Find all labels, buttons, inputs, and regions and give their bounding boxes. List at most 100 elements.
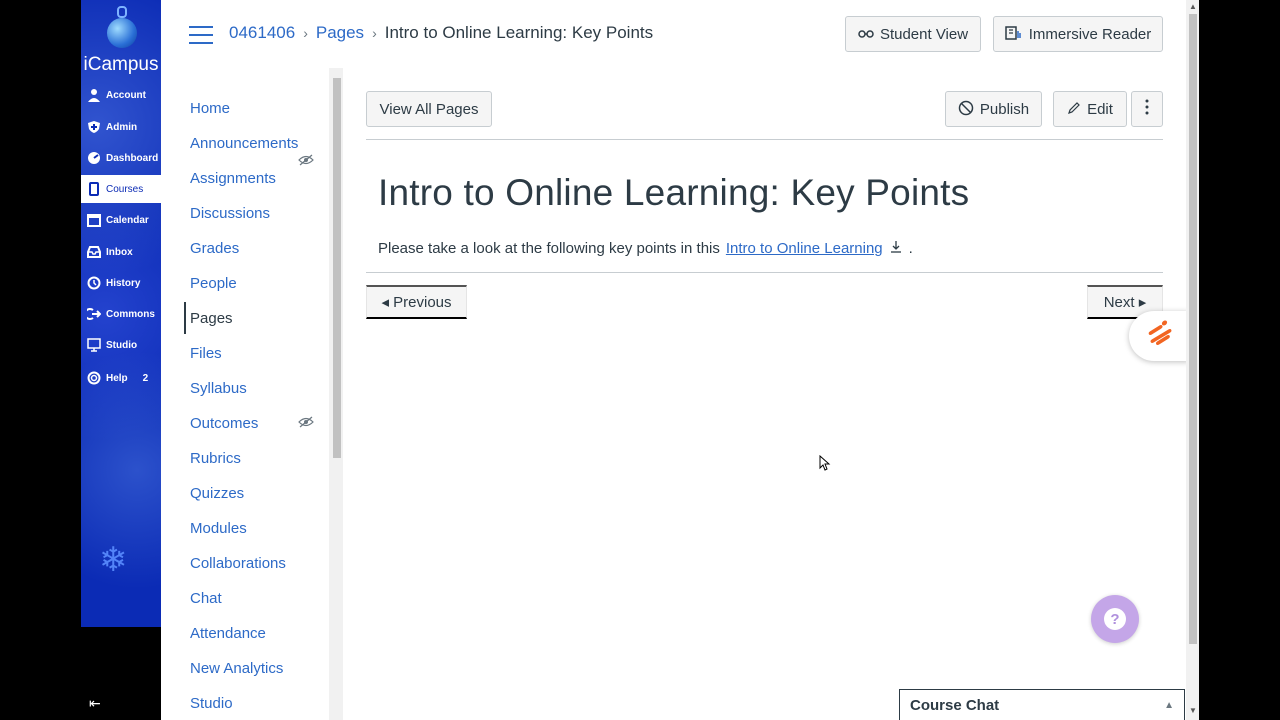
- course-nav-rubrics[interactable]: Rubrics: [190, 450, 241, 467]
- gnav-label: Dashboard: [106, 152, 159, 164]
- course-nav-grades[interactable]: Grades: [190, 240, 239, 257]
- course-nav-new-analytics[interactable]: New Analytics: [190, 660, 283, 677]
- course-nav-chat[interactable]: Chat: [190, 590, 222, 607]
- calendar-icon: [87, 213, 101, 227]
- course-nav-collaborations[interactable]: Collaborations: [190, 555, 286, 572]
- glasses-icon: [858, 26, 874, 42]
- download-icon[interactable]: [889, 240, 903, 257]
- gnav-label: Inbox: [106, 246, 133, 258]
- chevron-right-icon: ›: [303, 25, 308, 41]
- breadcrumb-course[interactable]: 0461406: [229, 23, 295, 43]
- kebab-menu-icon: [1145, 99, 1149, 119]
- scroll-down-icon[interactable]: ▼: [1189, 706, 1197, 715]
- course-nav-files[interactable]: Files: [190, 345, 222, 362]
- hidden-eye-icon: [298, 154, 314, 169]
- previous-page-button[interactable]: ◂ Previous: [366, 285, 467, 319]
- edit-button[interactable]: Edit: [1053, 91, 1127, 127]
- course-chat-label: Course Chat: [910, 696, 1000, 714]
- course-nav-people[interactable]: People: [190, 275, 237, 292]
- ornament-hook-icon: [117, 6, 127, 18]
- lifebuoy-icon: [87, 371, 101, 385]
- pencil-icon: [1067, 101, 1081, 118]
- hamburger-menu-icon[interactable]: [189, 26, 213, 44]
- more-options-button[interactable]: [1131, 91, 1163, 127]
- active-indicator: [184, 302, 186, 334]
- course-nav-pages[interactable]: Pages: [190, 310, 233, 327]
- immersive-reader-label: Immersive Reader: [1028, 25, 1152, 43]
- clock-icon: [87, 276, 101, 290]
- gnav-label: Help: [106, 372, 128, 384]
- icampus-logo[interactable]: iCampus: [81, 54, 161, 76]
- ornament-icon: [107, 18, 137, 48]
- question-icon: ?: [1104, 608, 1126, 630]
- page-title: Intro to Online Learning: Key Points: [378, 172, 970, 213]
- gnav-label: Calendar: [106, 214, 149, 226]
- immersive-reader-button[interactable]: Immersive Reader: [993, 16, 1163, 52]
- course-nav-studio[interactable]: Studio: [190, 695, 233, 712]
- course-chat-bar[interactable]: Course Chat ▲: [899, 689, 1185, 720]
- gnav-courses[interactable]: Courses: [81, 175, 161, 203]
- publish-button[interactable]: Publish: [945, 91, 1042, 127]
- gnav-label: Courses: [106, 183, 144, 195]
- toolbar-divider: [366, 139, 1163, 140]
- content-divider: [366, 272, 1163, 273]
- collapse-nav-icon[interactable]: ⇤: [89, 695, 101, 712]
- window-scrollbar[interactable]: ▲ ▼: [1186, 0, 1199, 720]
- gnav-help[interactable]: Help 2: [81, 364, 161, 392]
- course-nav-quizzes[interactable]: Quizzes: [190, 485, 244, 502]
- view-all-pages-button[interactable]: View All Pages: [366, 91, 492, 127]
- edit-label: Edit: [1087, 100, 1113, 118]
- user-icon: [87, 88, 101, 102]
- help-badge: 2: [142, 372, 149, 384]
- caret-up-icon[interactable]: ▲: [1164, 700, 1174, 711]
- immersive-reader-icon: [1004, 25, 1023, 44]
- gnav-label: Admin: [106, 121, 138, 133]
- gnav-dashboard[interactable]: Dashboard: [81, 144, 161, 172]
- dashboard-icon: [87, 151, 101, 165]
- help-button[interactable]: ?: [1091, 595, 1139, 643]
- book-icon: [87, 182, 101, 196]
- page-body-text: Please take a look at the following key …: [378, 240, 720, 257]
- gnav-label: Account: [106, 89, 146, 101]
- course-nav-outcomes[interactable]: Outcomes: [190, 415, 258, 432]
- window-scroll-thumb[interactable]: [1189, 14, 1197, 644]
- gnav-admin[interactable]: Admin: [81, 113, 161, 141]
- course-nav-assignments[interactable]: Assignments: [190, 170, 276, 187]
- course-nav-syllabus[interactable]: Syllabus: [190, 380, 247, 397]
- course-nav-home[interactable]: Home: [190, 100, 230, 117]
- gnav-account[interactable]: Account: [81, 81, 161, 109]
- course-nav: Home Announcements Assignments Discussio…: [161, 70, 329, 720]
- course-nav-scroll-thumb[interactable]: [333, 78, 341, 458]
- scroll-up-icon[interactable]: ▲: [1189, 2, 1197, 11]
- gnav-calendar[interactable]: Calendar: [81, 206, 161, 234]
- gnav-label: Studio: [106, 339, 138, 351]
- page-body: Please take a look at the following key …: [378, 240, 913, 257]
- main-area: 0461406 › Pages › Intro to Online Learni…: [161, 0, 1199, 720]
- inbox-icon: [87, 245, 101, 259]
- global-nav: iCampus Account Admin Dashboard Courses …: [81, 0, 161, 720]
- gnav-history[interactable]: History: [81, 269, 161, 297]
- course-nav-announcements[interactable]: Announcements: [190, 135, 298, 152]
- student-view-button[interactable]: Student View: [845, 16, 981, 52]
- student-view-label: Student View: [879, 25, 969, 43]
- gnav-commons[interactable]: Commons: [81, 300, 161, 328]
- shield-icon: [87, 120, 101, 134]
- gnav-studio[interactable]: Studio: [81, 331, 161, 359]
- breadcrumb-pages[interactable]: Pages: [316, 23, 364, 43]
- course-nav-attendance[interactable]: Attendance: [190, 625, 266, 642]
- snowflake-icon: ❄: [99, 541, 128, 579]
- breadcrumb: 0461406 › Pages › Intro to Online Learni…: [229, 23, 653, 43]
- gnav-inbox[interactable]: Inbox: [81, 238, 161, 266]
- gnav-label: Commons: [106, 308, 155, 320]
- tool-logo-icon: [1139, 319, 1178, 353]
- gnav-label: History: [106, 277, 141, 289]
- course-nav-discussions[interactable]: Discussions: [190, 205, 270, 222]
- breadcrumb-current: Intro to Online Learning: Key Points: [384, 23, 654, 42]
- course-nav-modules[interactable]: Modules: [190, 520, 247, 537]
- floating-tool-tab[interactable]: [1129, 311, 1189, 361]
- mouse-cursor-icon: [819, 454, 831, 476]
- page-body-period: .: [908, 240, 913, 257]
- share-icon: [87, 307, 101, 321]
- intro-online-learning-link[interactable]: Intro to Online Learning: [726, 240, 883, 257]
- publish-label: Publish: [979, 100, 1030, 118]
